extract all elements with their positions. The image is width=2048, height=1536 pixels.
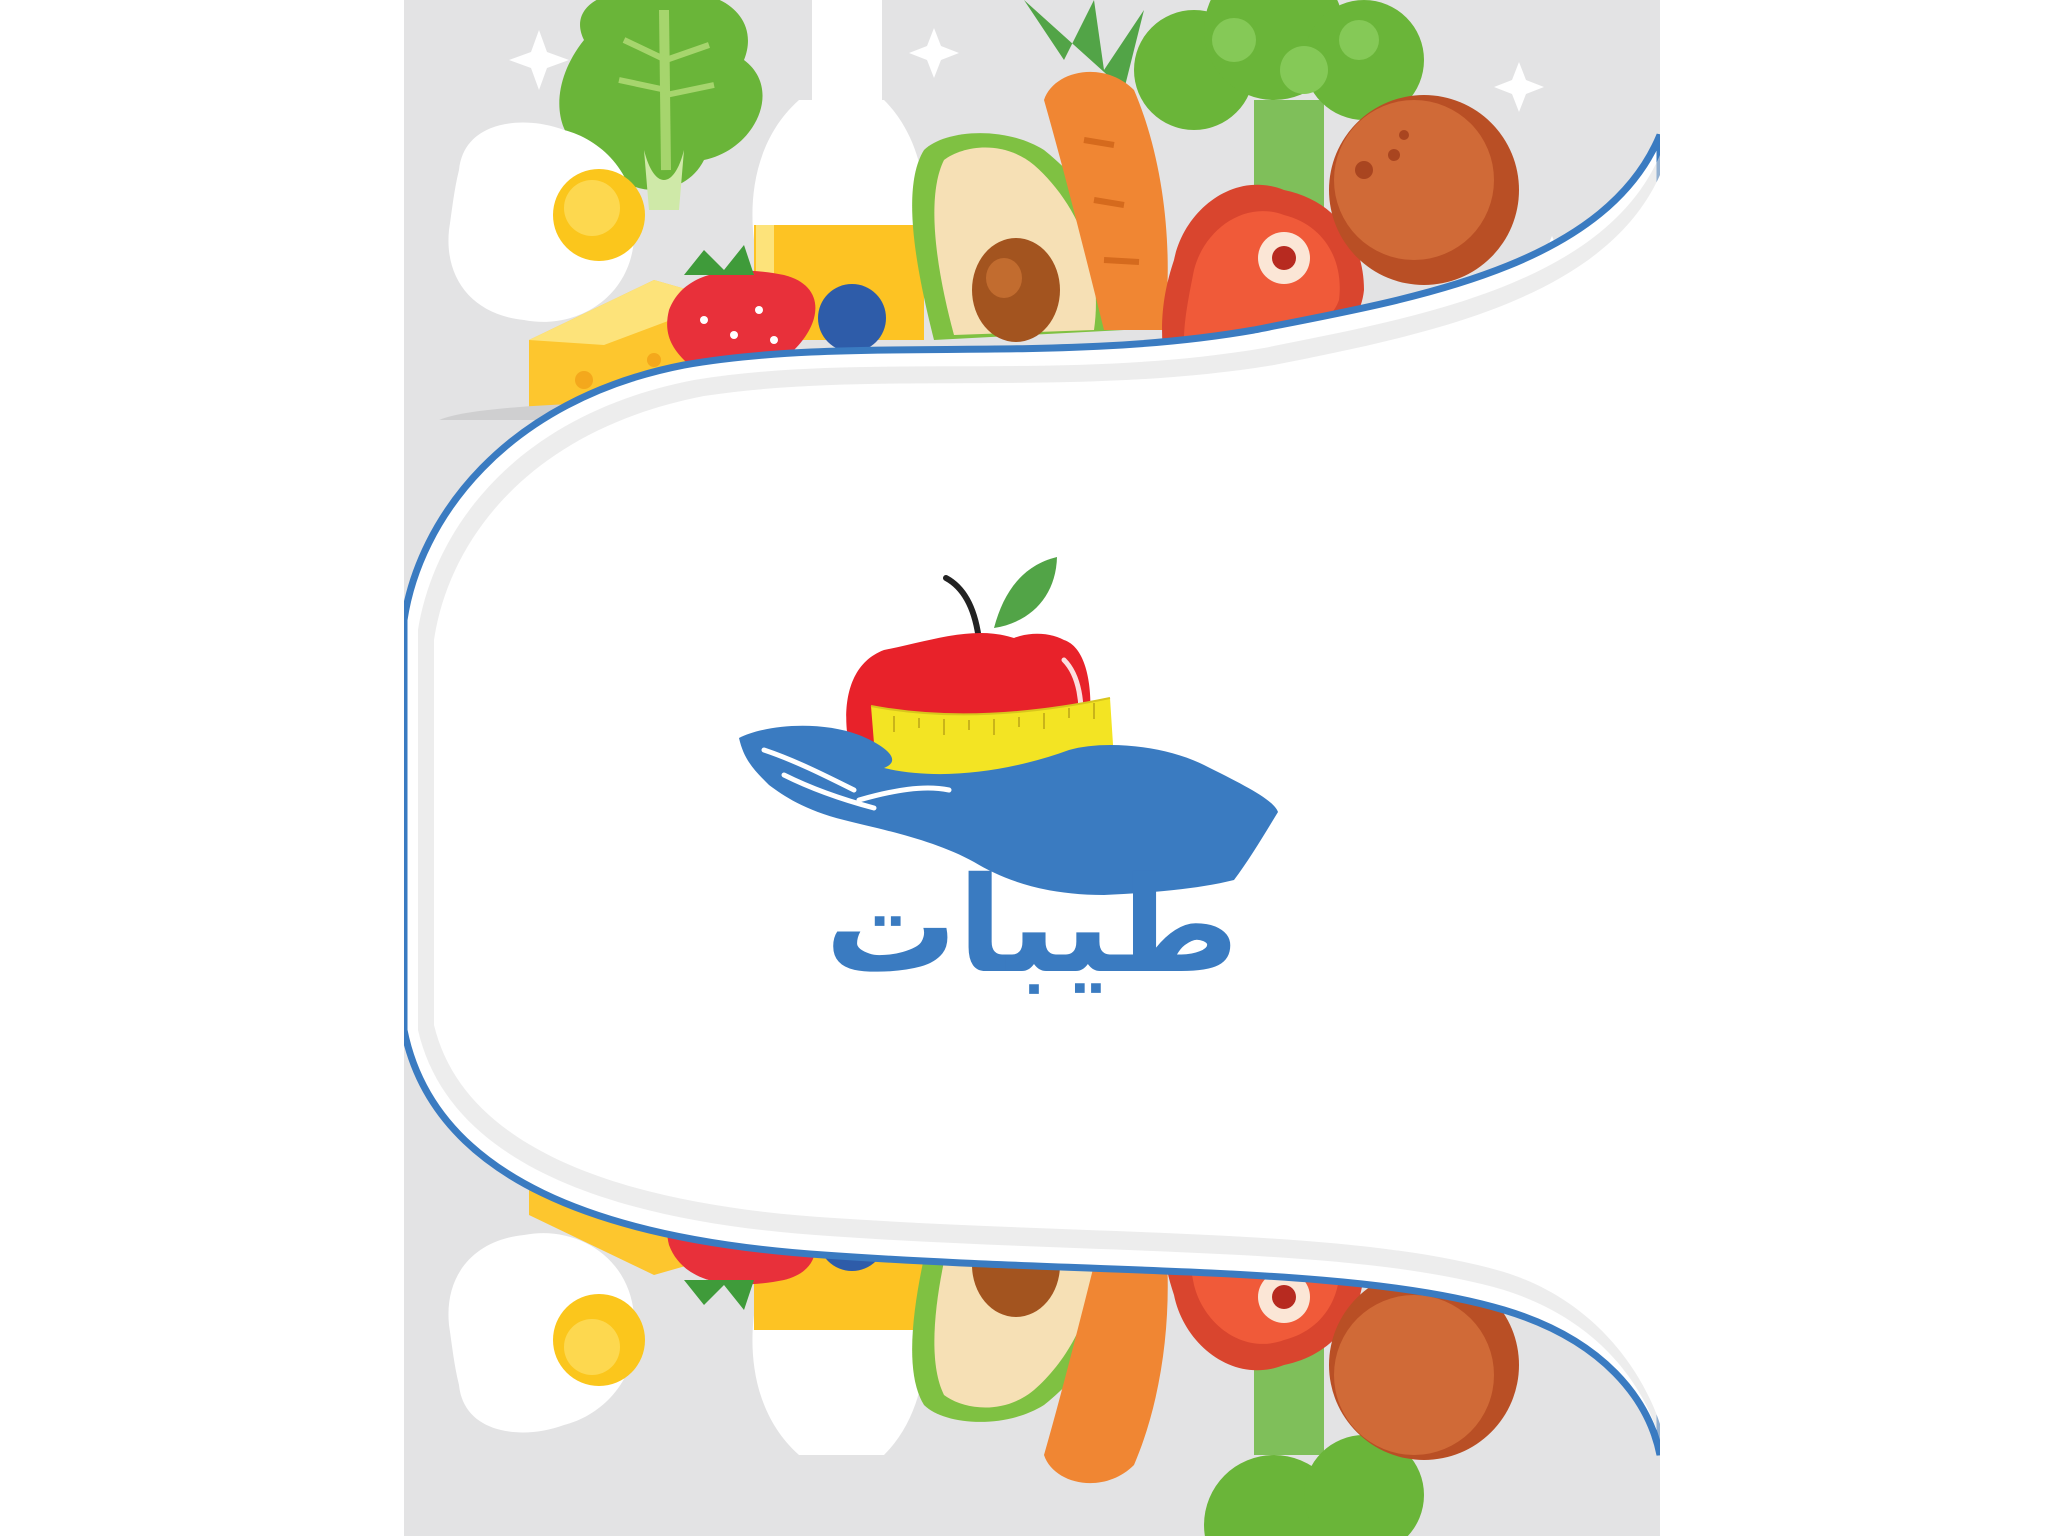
splash-background — [404, 0, 1660, 1536]
app-window: طيبات — [404, 0, 1660, 1536]
blueberry-icon — [818, 284, 886, 352]
chicken-leg-icon — [1329, 95, 1519, 285]
splash-screen: طيبات — [0, 0, 2048, 1536]
brand-name: طيبات — [824, 849, 1240, 1003]
